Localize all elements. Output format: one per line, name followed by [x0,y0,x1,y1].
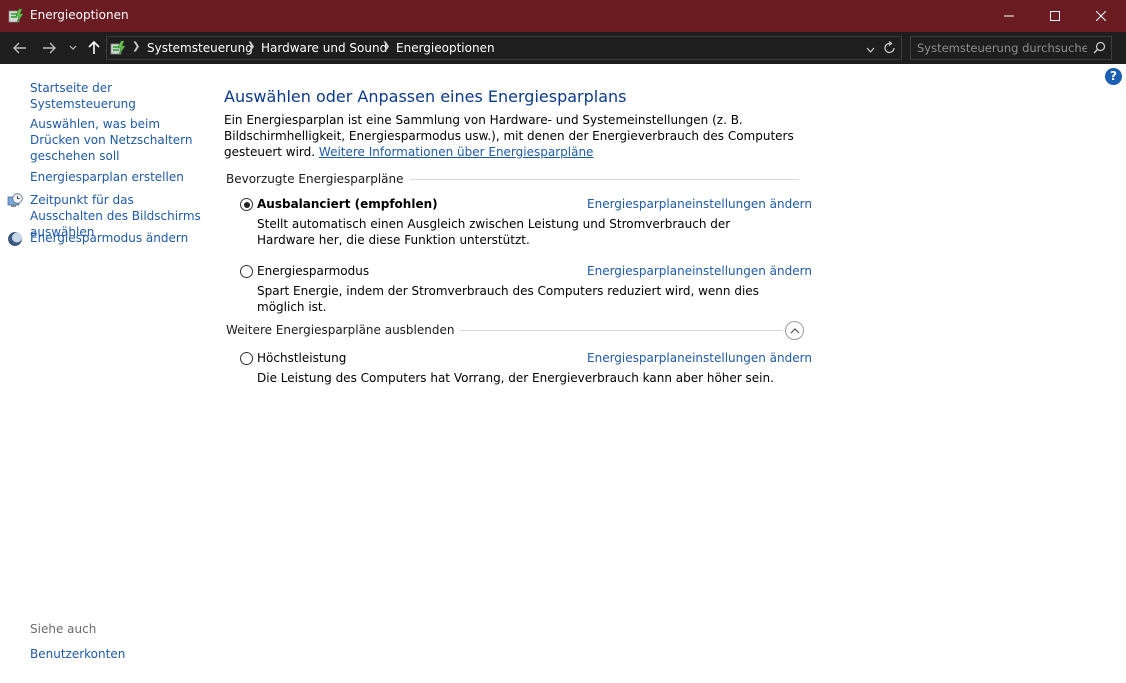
address-bar[interactable]: ❯ Systemsteuerung ❯ Hardware und Sound ❯… [106,36,902,60]
maximize-icon [1050,11,1060,21]
chevron-down-icon [69,45,77,50]
arrow-left-icon [13,42,26,54]
plan-description-energiesparmodus: Spart Energie, indem der Stromverbrauch … [257,284,759,314]
close-button[interactable] [1078,0,1124,32]
search-input[interactable] [917,40,1087,56]
minimize-icon [1004,15,1014,17]
refresh-icon [884,41,895,54]
window-title: Energieoptionen [30,8,129,22]
link-startseite-systemsteuerung[interactable]: Startseite der Systemsteuerung [30,80,205,112]
link-benutzerkonten[interactable]: Benutzerkonten [30,646,205,662]
arrow-right-icon [43,42,56,54]
plan-description-hoechstleistung: Die Leistung des Computers hat Vorrang, … [257,371,774,385]
navigation-bar: ❯ Systemsteuerung ❯ Hardware und Sound ❯… [0,32,1126,64]
chevron-down-icon [866,47,875,53]
minimize-button[interactable] [986,0,1032,32]
clock-monitor-icon [7,193,23,207]
plan-description-ausbalanciert: Stellt automatisch einen Ausgleich zwisc… [257,217,731,247]
radio-energiesparmodus[interactable] [240,265,253,278]
breadcrumb-energieoptionen[interactable]: Energieoptionen [396,41,495,55]
radio-hoechstleistung[interactable] [240,352,253,365]
maximize-button[interactable] [1032,0,1078,32]
collapse-section-button[interactable] [785,321,804,340]
breadcrumb-systemsteuerung[interactable]: Systemsteuerung [147,41,253,55]
close-icon [1096,11,1106,21]
up-button[interactable] [84,38,104,58]
help-button[interactable]: ? [1105,68,1122,85]
back-button[interactable] [9,38,31,58]
hidden-plans-heading[interactable]: Weitere Energiesparpläne ausblenden [226,323,461,337]
power-options-icon [8,8,24,24]
plan-name-ausbalanciert[interactable]: Ausbalanciert (empfohlen) [257,197,438,211]
recent-locations-button[interactable] [65,38,81,58]
link-energiesparmodus-aendern[interactable]: Energiesparmodus ändern [30,230,205,246]
control-panel-icon [110,40,126,56]
plan-settings-link-hoechstleistung[interactable]: Energiesparplaneinstellungen ändern [587,351,812,365]
page-title: Auswählen oder Anpassen eines Energiespa… [224,87,627,106]
breadcrumb-separator-icon[interactable]: ❯ [382,41,390,52]
plan-name-energiesparmodus[interactable]: Energiesparmodus [257,264,369,278]
search-box[interactable] [910,36,1112,60]
address-dropdown-button[interactable] [866,43,875,57]
see-also-label: Siehe auch [30,622,97,636]
breadcrumb-separator-icon[interactable]: ❯ [132,41,140,52]
radio-ausbalanciert[interactable] [240,198,253,211]
refresh-button[interactable] [884,41,896,58]
breadcrumb-separator-icon[interactable]: ❯ [247,41,255,52]
title-bar: Energieoptionen [0,0,1126,32]
plan-settings-link-energiesparmodus[interactable]: Energiesparplaneinstellungen ändern [587,264,812,278]
intro-paragraph: Ein Energiesparplan ist eine Sammlung vo… [224,112,804,160]
link-energiesparplan-erstellen[interactable]: Energiesparplan erstellen [30,169,205,185]
more-info-link[interactable]: Weitere Informationen über Energiesparpl… [319,145,594,159]
preferred-plans-heading: Bevorzugte Energiesparpläne [226,172,410,186]
breadcrumb-hardware-und-sound[interactable]: Hardware und Sound [261,41,387,55]
search-button[interactable] [1093,41,1106,57]
plan-name-hoechstleistung[interactable]: Höchstleistung [257,351,346,365]
forward-button[interactable] [38,38,60,58]
plan-settings-link-ausbalanciert[interactable]: Energiesparplaneinstellungen ändern [587,197,812,211]
link-netzschalter-verhalten[interactable]: Auswählen, was beim Drücken von Netzscha… [30,116,205,164]
arrow-up-icon [88,41,100,54]
search-icon [1093,41,1106,54]
left-navigation-pane: Startseite der Systemsteuerung Auswählen… [0,64,210,683]
moon-sleep-icon [8,232,22,246]
chevron-up-icon [790,328,799,334]
